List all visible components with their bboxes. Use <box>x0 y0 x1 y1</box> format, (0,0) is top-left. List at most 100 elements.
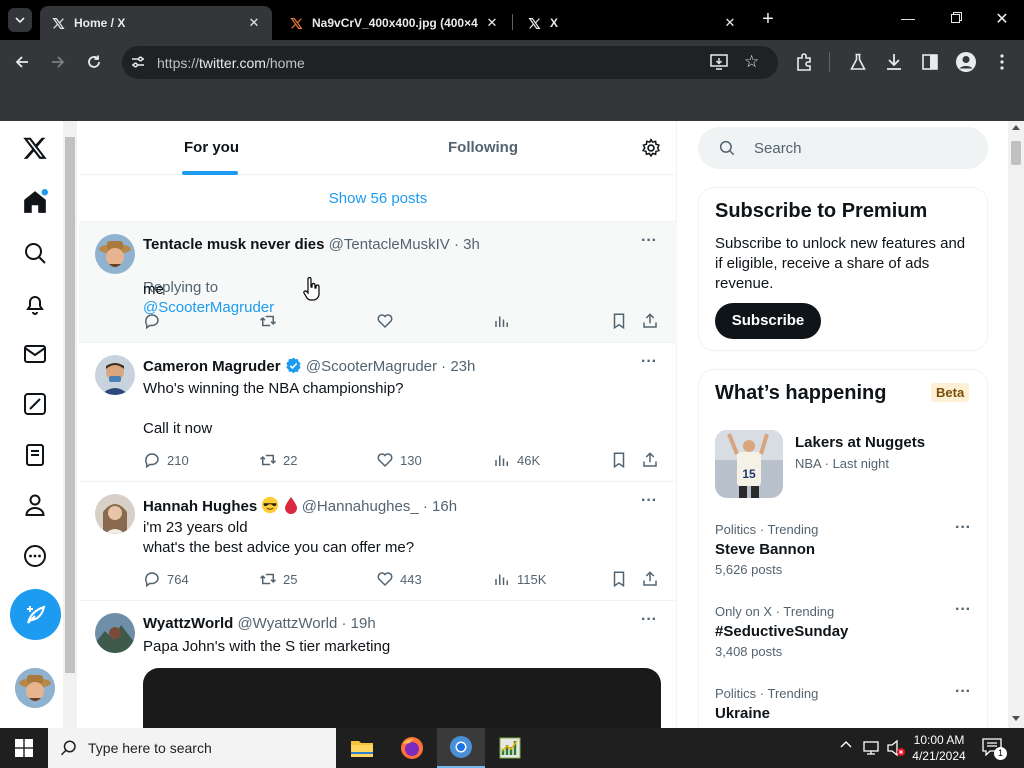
tab-x[interactable]: X ✕ <box>516 6 748 40</box>
post[interactable]: Hannah Hughes @Hannahughes_ · 16h i'm 23… <box>79 482 677 601</box>
extensions-button[interactable] <box>792 50 816 74</box>
close-tab-icon[interactable]: ✕ <box>722 15 738 31</box>
post[interactable]: Tentacle musk never dies @TentacleMuskIV… <box>79 222 677 343</box>
nav-notifications[interactable] <box>20 289 50 319</box>
trend-more-button[interactable]: ··· <box>955 684 971 700</box>
post[interactable]: WyattzWorld @WyattzWorld · 19h Papa John… <box>79 601 677 728</box>
bookmark-star-icon[interactable]: ☆ <box>744 52 759 72</box>
post-more-button[interactable]: ··· <box>639 354 659 373</box>
left-scrollbar[interactable] <box>63 121 77 728</box>
trend-item[interactable]: Politics · Trending Steve Bannon 5,626 p… <box>715 520 973 578</box>
search-box[interactable]: Search <box>698 127 988 169</box>
trend-more-button[interactable]: ··· <box>955 602 971 618</box>
tab-for-you[interactable]: For you <box>184 139 239 156</box>
account-avatar[interactable] <box>15 668 55 708</box>
page-scrollbar[interactable] <box>1008 121 1024 728</box>
chrome-button[interactable] <box>437 728 485 768</box>
reply-button[interactable]: 764 <box>143 570 189 588</box>
file-explorer-button[interactable] <box>338 728 386 768</box>
network-button[interactable] <box>862 739 880 757</box>
menu-button[interactable] <box>990 50 1014 74</box>
compose-post-button[interactable] <box>10 589 61 640</box>
firefox-button[interactable] <box>388 728 436 768</box>
close-tab-icon[interactable]: ✕ <box>484 15 500 31</box>
repost-button[interactable]: 22 <box>259 451 297 469</box>
trend-item[interactable]: Only on X · Trending #SeductiveSunday 3,… <box>715 602 973 660</box>
avatar[interactable] <box>95 355 135 395</box>
side-panel-button[interactable] <box>918 50 942 74</box>
post-more-button[interactable]: ··· <box>639 612 659 631</box>
back-button[interactable] <box>10 50 34 74</box>
post[interactable]: Cameron Magruder @ScooterMagruder · 23h … <box>79 343 677 482</box>
show-hidden-icons-button[interactable] <box>838 740 854 756</box>
minimize-button[interactable]: — <box>896 10 920 30</box>
start-button[interactable] <box>0 728 48 768</box>
author-handle[interactable]: @TentacleMuskIV <box>329 236 450 253</box>
taskbar-search[interactable]: Type here to search <box>48 728 336 768</box>
like-button[interactable]: 443 <box>376 570 422 588</box>
share-button[interactable] <box>641 312 659 330</box>
close-window-button[interactable]: ✕ <box>990 8 1014 32</box>
tab-home-x[interactable]: Home / X ✕ <box>40 6 272 40</box>
author-handle[interactable]: @Hannahughes_ <box>302 498 419 515</box>
reply-button[interactable]: 210 <box>143 451 189 469</box>
scroll-down-arrow[interactable] <box>1012 716 1020 721</box>
avatar[interactable] <box>95 613 135 653</box>
x-logo-link[interactable] <box>20 133 50 163</box>
notification-center-button[interactable]: 1 <box>982 738 1007 760</box>
views-button[interactable] <box>493 312 517 330</box>
subscribe-button[interactable]: Subscribe <box>715 303 821 339</box>
bookmark-button[interactable] <box>610 570 628 588</box>
site-info-icon[interactable] <box>130 54 146 70</box>
trend-more-button[interactable]: ··· <box>955 520 971 536</box>
author-name[interactable]: Tentacle musk never dies <box>143 236 324 253</box>
show-new-posts-button[interactable]: Show 56 posts <box>79 175 677 222</box>
nav-profile[interactable] <box>20 490 50 520</box>
nav-more[interactable] <box>20 541 50 571</box>
nav-messages[interactable] <box>20 339 50 369</box>
avatar[interactable] <box>95 494 135 534</box>
profile-button[interactable] <box>954 50 978 74</box>
share-button[interactable] <box>641 570 659 588</box>
views-button[interactable]: 115K <box>493 570 546 588</box>
scroll-up-arrow[interactable] <box>1012 125 1020 130</box>
system-clock[interactable]: 10:00 AM 4/21/2024 <box>906 732 972 764</box>
bookmark-button[interactable] <box>610 312 628 330</box>
scrollbar-thumb[interactable] <box>1011 141 1021 165</box>
reply-button[interactable] <box>143 312 167 330</box>
repost-button[interactable] <box>259 312 283 330</box>
scrollbar-thumb[interactable] <box>65 137 75 673</box>
nav-grok[interactable] <box>20 389 50 419</box>
repost-button[interactable]: 25 <box>259 570 297 588</box>
bookmark-button[interactable] <box>610 451 628 469</box>
forward-button[interactable] <box>46 50 70 74</box>
labs-button[interactable] <box>846 50 870 74</box>
new-tab-button[interactable]: + <box>756 8 780 32</box>
post-media[interactable] <box>143 668 661 728</box>
post-more-button[interactable]: ··· <box>639 493 659 512</box>
views-button[interactable]: 46K <box>493 451 540 469</box>
author-handle[interactable]: @WyattzWorld <box>237 615 337 632</box>
trend-item[interactable]: Politics · Trending Ukraine ··· <box>715 684 973 723</box>
post-time[interactable]: · 3h <box>454 236 480 253</box>
reload-button[interactable] <box>82 50 106 74</box>
tab-search-button[interactable] <box>8 8 32 32</box>
restore-button[interactable] <box>944 12 968 28</box>
nav-lists[interactable] <box>20 440 50 470</box>
author-name[interactable]: WyattzWorld <box>143 615 233 632</box>
tab-following[interactable]: Following <box>448 139 518 156</box>
close-tab-icon[interactable]: ✕ <box>246 15 262 31</box>
post-time[interactable]: · 19h <box>341 615 375 632</box>
chart-app-button[interactable] <box>486 728 534 768</box>
timeline-settings-button[interactable] <box>641 138 661 158</box>
volume-button[interactable] <box>886 739 906 757</box>
like-button[interactable]: 130 <box>376 451 422 469</box>
address-bar[interactable]: https://twitter.com/home ☆ <box>122 46 778 79</box>
author-handle[interactable]: @ScooterMagruder <box>306 358 437 375</box>
avatar[interactable] <box>95 234 135 274</box>
tab-image[interactable]: Na9vCrV_400x400.jpg (400×4 ✕ <box>278 6 510 40</box>
post-time[interactable]: · 16h <box>423 498 457 515</box>
downloads-button[interactable] <box>882 50 906 74</box>
event-item[interactable]: 15 Lakers at Nuggets NBA · Last night <box>715 430 973 498</box>
install-app-icon[interactable] <box>710 54 728 73</box>
